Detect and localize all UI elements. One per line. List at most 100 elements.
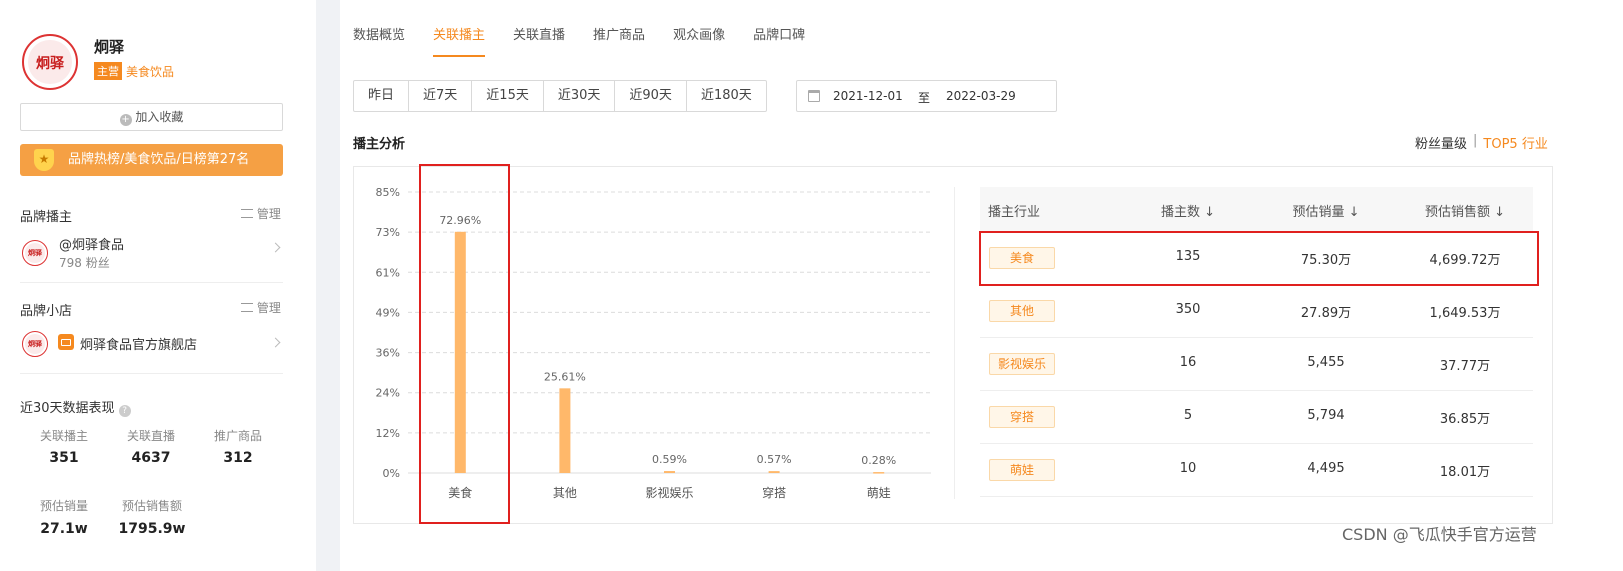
anchor-section-title: 品牌播主 (20, 210, 73, 225)
table-row: 萌娃 10 4,495 18.01万 (980, 443, 1533, 497)
stat-label: 预估销量 (39, 499, 88, 513)
panel-divider (954, 187, 955, 499)
stat-label: 关联直播 (126, 429, 175, 443)
main-tag: 主营 (94, 62, 122, 80)
analysis-links: 粉丝量级 | TOP5 行业 (1415, 133, 1548, 152)
header-industry: 播主行业 (988, 205, 1041, 220)
header-amount[interactable]: 预估销售额 ↓ (1400, 201, 1530, 220)
table-row: 影视娱乐 16 5,455 37.77万 (980, 337, 1533, 391)
row-volume: 4,495 (1307, 461, 1345, 476)
tab-live[interactable]: 关联直播 (513, 24, 565, 43)
row-amount: 1,649.53万 (1429, 306, 1501, 321)
range-90d[interactable]: 近90天 (615, 81, 687, 111)
tab-audience[interactable]: 观众画像 (673, 24, 725, 43)
highlight-box-row (979, 231, 1539, 286)
row-amount: 36.85万 (1439, 412, 1491, 427)
info-icon[interactable]: ? (118, 405, 131, 417)
anchor-manage-button[interactable]: 管理 (241, 205, 281, 222)
stat-label: 关联播主 (39, 429, 88, 443)
bar-1 (559, 388, 571, 473)
brand-name: 炯驿 (94, 38, 125, 56)
brand-tags: 主营 美食饮品 (94, 62, 174, 80)
chevron-right-icon[interactable] (270, 337, 281, 348)
stat-label: 推广商品 (213, 429, 262, 443)
range-180d[interactable]: 近180天 (687, 81, 766, 111)
perf-section-title: 近30天数据表现 ? (20, 397, 131, 417)
rank-banner[interactable]: ★ 品牌热榜/美食饮品/日榜第27名 (20, 144, 283, 176)
row-divider (980, 496, 1533, 497)
anchor-fans: 798 粉丝 (59, 256, 110, 270)
x-tick-label: 萌娃 (867, 486, 891, 500)
header-volume[interactable]: 预估销量 ↓ (1266, 201, 1386, 220)
stat-value: 351 (49, 450, 79, 466)
row-count: 350 (1175, 302, 1201, 317)
top5-industry-link[interactable]: TOP5 行业 (1483, 133, 1547, 152)
add-favorite-button[interactable]: + 加入收藏 (20, 103, 283, 131)
brand-sidebar: 炯驿 炯驿 主营 美食饮品 + 加入收藏 ★ 品牌热榜/美食饮品/日榜第27名 … (0, 0, 316, 571)
category-tag: 美食饮品 (126, 64, 175, 79)
y-tick-label: 49% (376, 306, 400, 319)
header-count[interactable]: 播主数 ↓ (1128, 201, 1248, 220)
row-volume: 27.89万 (1300, 306, 1352, 321)
stat-value: 27.1w (40, 521, 88, 537)
row-count: 16 (1179, 355, 1197, 370)
tab-products[interactable]: 推广商品 (593, 24, 645, 43)
x-tick-label: 穿搭 (762, 485, 786, 500)
calendar-icon (808, 90, 820, 102)
y-tick-label: 36% (376, 347, 400, 360)
row-volume: 5,794 (1307, 408, 1345, 423)
row-amount: 37.77万 (1439, 359, 1491, 374)
industry-tag: 其他 (989, 300, 1055, 322)
tab-anchors[interactable]: 关联播主 (433, 24, 486, 57)
start-date[interactable]: 2021-12-01 (833, 89, 903, 103)
tab-underline (433, 55, 486, 57)
row-amount: 18.01万 (1439, 465, 1491, 480)
x-tick-label: 影视娱乐 (645, 485, 693, 500)
shop-section-title: 品牌小店 (20, 304, 73, 319)
bar-3 (768, 471, 780, 473)
divider (20, 282, 283, 283)
bar-value-label: 25.61% (544, 370, 586, 383)
tab-reputation[interactable]: 品牌口碑 (753, 24, 805, 43)
analysis-title: 播主分析 (353, 137, 406, 152)
row-count: 10 (1179, 461, 1197, 476)
y-tick-label: 12% (376, 427, 400, 440)
divider (20, 373, 283, 374)
stat-label: 预估销售额 (121, 499, 182, 513)
fans-level-link[interactable]: 粉丝量级 (1415, 133, 1467, 152)
shop-name[interactable]: 炯驿食品官方旗舰店 (80, 334, 197, 353)
shop-icon (58, 334, 74, 350)
range-30d[interactable]: 近30天 (544, 81, 616, 111)
date-picker[interactable]: 2021-12-01 至 2022-03-29 (796, 80, 1057, 112)
tab-overview[interactable]: 数据概览 (353, 24, 405, 43)
date-separator: 至 (918, 91, 931, 105)
industry-tag: 穿搭 (989, 406, 1055, 428)
stat-value: 312 (223, 450, 253, 466)
range-7d[interactable]: 近7天 (409, 81, 473, 111)
anchor-name[interactable]: @炯驿食品 (59, 234, 124, 253)
range-yesterday[interactable]: 昨日 (354, 81, 410, 111)
industry-tag: 萌娃 (989, 459, 1055, 481)
bar-2 (664, 471, 675, 473)
y-tick-label: 0% (383, 467, 400, 480)
link-separator: | (1473, 133, 1478, 148)
bar-4 (873, 472, 885, 474)
stat-value: 1795.9w (118, 521, 186, 537)
trophy-icon: ★ (34, 149, 54, 171)
bar-value-label: 0.59% (652, 453, 687, 466)
row-volume: 5,455 (1307, 355, 1345, 370)
list-icon (241, 209, 253, 218)
x-tick-label: 其他 (553, 486, 577, 500)
table-header: 播主行业 播主数 ↓ 预估销量 ↓ 预估销售额 ↓ (980, 187, 1533, 231)
y-tick-label: 85% (376, 186, 400, 199)
range-15d[interactable]: 近15天 (472, 81, 544, 111)
shop-manage-button[interactable]: 管理 (241, 299, 281, 316)
anchor-avatar: 炯驿 (22, 240, 48, 266)
table-row: 穿搭 5 5,794 36.85万 (980, 390, 1533, 444)
row-count: 5 (1183, 408, 1193, 423)
table-row: 其他 350 27.89万 1,649.53万 (980, 284, 1533, 338)
highlight-box-chart (419, 164, 510, 524)
chevron-right-icon[interactable] (270, 242, 281, 253)
end-date[interactable]: 2022-03-29 (946, 89, 1016, 103)
y-tick-label: 24% (376, 387, 400, 400)
